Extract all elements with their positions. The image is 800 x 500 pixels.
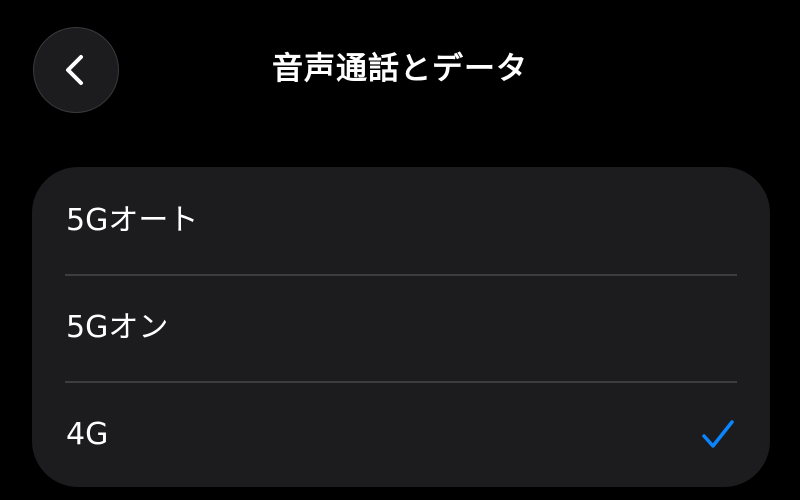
network-options-list: 5Gオート 5Gオン 4G [32, 167, 770, 487]
option-label: 5Gオート [66, 202, 199, 238]
checkmark-icon [702, 419, 734, 448]
option-label: 5Gオン [66, 309, 169, 345]
page-title: 音声通話とデータ [272, 51, 528, 87]
option-label: 4G [66, 416, 109, 452]
option-5g-on[interactable]: 5Gオン [32, 274, 770, 381]
option-5g-auto[interactable]: 5Gオート [32, 167, 770, 274]
voice-and-data-screen: 音声通話とデータ 5Gオート 5Gオン 4G [0, 0, 800, 500]
option-4g[interactable]: 4G [32, 381, 770, 487]
